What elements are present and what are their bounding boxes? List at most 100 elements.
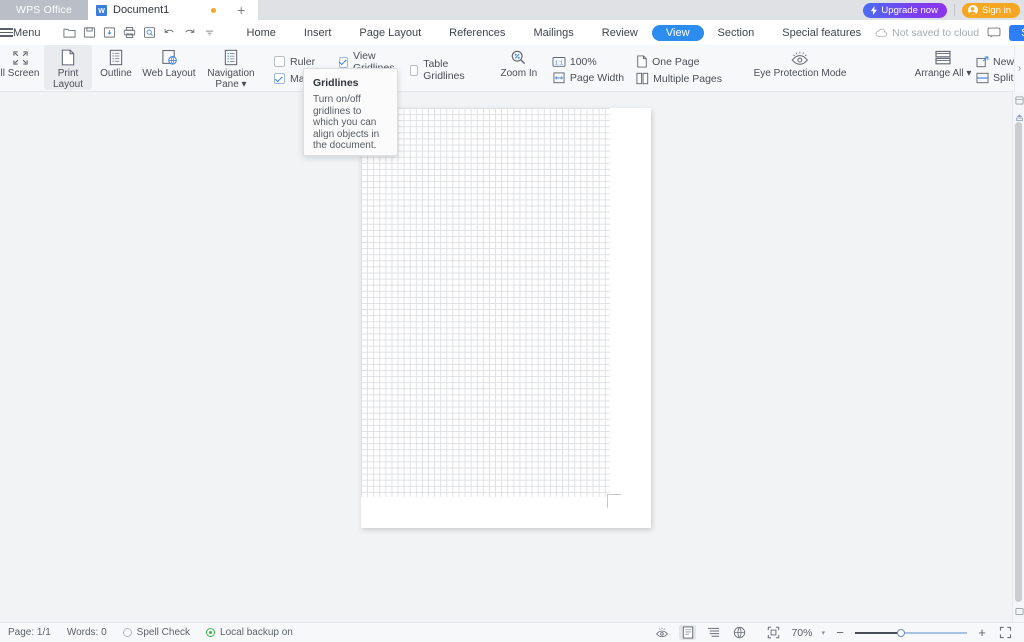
ruler-checkbox-row[interactable]: Ruler [274, 56, 325, 68]
zoom-slider-track-left [855, 632, 903, 634]
table-gridlines-checkbox-row[interactable]: Table Gridlines [410, 58, 467, 82]
full-screen-button[interactable]: ll Screen [0, 45, 44, 90]
redo-icon[interactable] [181, 24, 199, 42]
upgrade-now-button[interactable]: Upgrade now [863, 2, 947, 18]
hamburger-menu-icon[interactable] [0, 26, 13, 38]
zoom-slider[interactable] [855, 627, 967, 639]
ribbon-group-zoom: Zoom In 1:1 100% Page Width One Page Mul… [488, 45, 724, 91]
page-count-status[interactable]: Page: 1/1 [8, 627, 51, 638]
eye-protection-icon [789, 49, 811, 66]
ribbon-scroll-right-button[interactable]: › [1014, 45, 1024, 92]
lightning-icon [870, 5, 878, 15]
outline-icon [108, 49, 124, 66]
table-gridlines-label: Table Gridlines [423, 58, 465, 82]
new-tab-button[interactable]: + [224, 0, 259, 20]
document-tab-title: Document1 [113, 4, 170, 16]
word-count-status[interactable]: Words: 0 [67, 627, 107, 638]
page-width-row[interactable]: Page Width [552, 72, 624, 84]
ribbon-tab-list: Home Insert Page Layout References Maili… [233, 24, 876, 41]
rail-tool-1-icon[interactable] [1013, 94, 1024, 107]
tab-section[interactable]: Section [704, 25, 769, 41]
document-page-1[interactable] [361, 108, 651, 528]
sign-in-button[interactable]: Sign in [961, 2, 1020, 18]
zoom-in-button[interactable]: Zoom In [490, 45, 548, 90]
gridlines-tooltip: Gridlines Turn on/off gridlines to which… [303, 68, 398, 156]
local-backup-label: Local backup on [220, 627, 293, 638]
tab-references[interactable]: References [435, 25, 519, 41]
open-icon[interactable] [61, 24, 79, 42]
one-page-row[interactable]: One Page [636, 55, 722, 68]
svg-text:1:1: 1:1 [555, 60, 563, 66]
arrange-all-label: Arrange All ▾ [914, 68, 972, 79]
spell-check-status[interactable]: Spell Check [122, 627, 191, 638]
multiple-pages-row[interactable]: Multiple Pages [636, 72, 722, 85]
markup-checkbox[interactable] [274, 73, 285, 84]
print-icon[interactable] [121, 24, 139, 42]
arrange-all-icon [934, 49, 952, 66]
spell-check-label: Spell Check [136, 627, 191, 638]
fullscreen-icon[interactable] [997, 625, 1014, 640]
outline-view-icon[interactable] [705, 625, 722, 640]
web-layout-button[interactable]: Web Layout [140, 45, 198, 90]
save-icon[interactable] [81, 24, 99, 42]
undo-icon[interactable] [161, 24, 179, 42]
spell-check-icon [122, 628, 132, 637]
comment-icon[interactable] [987, 27, 1001, 38]
customize-quick-access-icon[interactable] [201, 24, 219, 42]
title-divider [953, 4, 955, 16]
tab-view[interactable]: View [651, 24, 704, 41]
tab-mailings[interactable]: Mailings [519, 25, 587, 41]
zoom-slider-handle[interactable] [897, 628, 905, 637]
local-backup-icon [206, 628, 216, 637]
view-gridlines-checkbox[interactable] [339, 56, 349, 68]
ribbon-group-views: ll Screen Print Layout Outline Web Layou… [0, 45, 266, 91]
local-backup-status[interactable]: Local backup on [206, 627, 293, 638]
eye-protection-mode-button[interactable]: Eye Protection Mode [746, 45, 854, 90]
tab-page-layout[interactable]: Page Layout [345, 25, 435, 41]
table-gridlines-checkbox[interactable] [410, 64, 419, 76]
print-layout-view-icon[interactable] [679, 625, 697, 640]
eye-protection-toggle-icon[interactable] [653, 625, 670, 640]
web-layout-view-icon[interactable] [731, 625, 748, 640]
share-button[interactable]: Share [1009, 24, 1024, 41]
ribbon-group-window: Arrange All ▾ New Window Split Window ▾ [912, 45, 1024, 91]
zoom-percentage-label[interactable]: 70% [791, 627, 812, 639]
zoom-in-button-status[interactable]: + [976, 626, 988, 639]
zoom-presets: 1:1 100% Page Width [552, 45, 624, 90]
wps-office-home-button[interactable]: WPS Office [0, 0, 88, 20]
document-canvas[interactable] [0, 92, 1012, 622]
navigation-pane-label: Navigation Pane ▾ [207, 68, 255, 90]
ruler-checkbox[interactable] [274, 56, 285, 67]
print-preview-icon[interactable] [141, 24, 159, 42]
ribbon-group-eye-protection: Eye Protection Mode [738, 45, 856, 91]
menu-and-tabs-row: Menu Home Insert Page Layout References … [0, 20, 1024, 45]
cloud-status[interactable]: Not saved to cloud [875, 27, 979, 39]
rail-bottom-icon[interactable] [1013, 605, 1024, 618]
document-tab[interactable]: W Document1 [88, 0, 225, 20]
navigation-pane-icon [223, 49, 239, 66]
outline-button[interactable]: Outline [92, 45, 140, 90]
zoom-dropdown-caret-icon[interactable]: ▾ [821, 629, 825, 637]
multiple-pages-label: Multiple Pages [653, 72, 723, 85]
right-side-rail[interactable] [1012, 92, 1024, 622]
tab-review[interactable]: Review [588, 25, 652, 41]
menu-button[interactable]: Menu [13, 27, 51, 39]
focus-mode-icon[interactable] [765, 625, 782, 640]
arrange-all-button[interactable]: Arrange All ▾ [914, 45, 972, 90]
zoom-100-icon: 1:1 [552, 56, 566, 68]
sign-in-label: Sign in [981, 4, 1011, 16]
tab-home[interactable]: Home [233, 25, 290, 41]
split-window-icon [976, 72, 989, 84]
zoom-100-row[interactable]: 1:1 100% [552, 56, 624, 68]
save-as-icon[interactable] [101, 24, 119, 42]
tooltip-title: Gridlines [313, 77, 359, 89]
zoom-out-button[interactable]: − [834, 626, 846, 639]
navigation-pane-button[interactable]: Navigation Pane ▾ [198, 45, 264, 90]
vertical-scrollbar-thumb[interactable] [1015, 122, 1022, 602]
print-layout-icon [60, 49, 76, 66]
web-layout-icon [161, 49, 178, 66]
tab-special-features[interactable]: Special features [768, 25, 875, 41]
page-width-icon [552, 72, 566, 84]
tab-insert[interactable]: Insert [290, 25, 346, 41]
print-layout-button[interactable]: Print Layout [44, 45, 92, 90]
